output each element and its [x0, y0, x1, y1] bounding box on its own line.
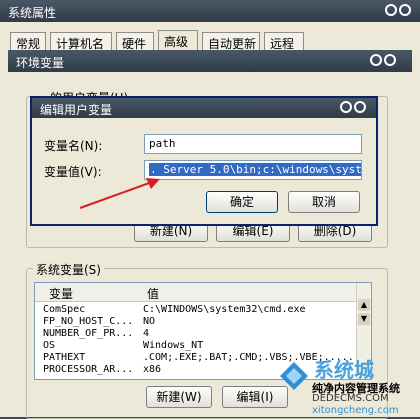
window-controls-icon[interactable] — [340, 101, 370, 115]
watermark-line2: DEDECMS.COM — [312, 393, 389, 404]
row-value: C:\WINDOWS\system32\cmd.exe — [143, 304, 306, 315]
scroll-up-icon[interactable]: ▲ — [358, 299, 370, 311]
annotation-arrow-icon — [79, 178, 160, 209]
system-variables-title: 系统变量(S) — [33, 261, 104, 278]
table-row[interactable]: NUMBER_OF_PR... 4 — [35, 328, 371, 340]
window-controls-icon[interactable] — [385, 4, 415, 18]
row-variable: PATHEXT — [43, 352, 86, 363]
cancel-button[interactable]: 取消 — [288, 191, 360, 213]
scroll-down-icon[interactable]: ▼ — [358, 313, 370, 325]
row-variable: PROCESSOR_AR... — [43, 364, 134, 375]
system-new-button[interactable]: 新建(W) — [146, 386, 212, 408]
edit-dialog-titlebar: 编辑用户变量 — [32, 98, 376, 118]
row-value: x86 — [143, 364, 162, 375]
variable-name-label: 变量名(N): — [44, 139, 103, 153]
window-controls-icon[interactable] — [370, 54, 400, 68]
list-header: 变量 值 — [35, 283, 371, 302]
column-header-variable[interactable]: 变量 — [49, 285, 73, 302]
row-value: NO — [143, 316, 156, 327]
tab-remote[interactable]: 远程 — [264, 32, 304, 52]
table-row[interactable]: OS Windows_NT — [35, 340, 371, 352]
table-row[interactable]: ComSpec C:\WINDOWS\system32\cmd.exe — [35, 304, 371, 316]
column-header-value[interactable]: 值 — [147, 285, 159, 302]
env-vars-titlebar: 环境变量 — [8, 50, 412, 72]
tab-general[interactable]: 常规 — [10, 32, 46, 52]
variable-name-input[interactable]: path — [144, 134, 362, 154]
row-variable: NUMBER_OF_PR... — [43, 328, 134, 339]
row-value: Windows_NT — [143, 340, 204, 351]
ok-button[interactable]: 确定 — [206, 191, 278, 213]
env-vars-title: 环境变量 — [16, 56, 65, 70]
tab-computer-name[interactable]: 计算机名 — [50, 32, 112, 52]
row-variable: OS — [43, 340, 56, 351]
variable-value-selection: . Server 5.0\bin;c:\windows\system32 — [149, 163, 361, 176]
watermark-cn: 系统城 — [314, 358, 374, 382]
table-row[interactable]: FP_NO_HOST_C... NO — [35, 316, 371, 328]
system-properties-title: 系统属性 — [8, 6, 57, 20]
tab-hardware[interactable]: 硬件 — [116, 32, 154, 52]
tab-auto-update[interactable]: 自动更新 — [202, 32, 260, 52]
watermark-logo-icon — [280, 362, 308, 390]
edit-dialog-title: 编辑用户变量 — [40, 103, 113, 117]
row-variable: FP_NO_HOST_C... — [43, 316, 134, 327]
variable-value-input[interactable]: . Server 5.0\bin;c:\windows\system32 — [144, 160, 362, 180]
row-variable: ComSpec — [43, 304, 86, 315]
site-watermark: 系统城 纯净内容管理系统 DEDECMS.COM xitongcheng.com — [274, 356, 420, 417]
watermark-line3: xitongcheng.com — [312, 405, 399, 416]
row-value: 4 — [143, 328, 150, 339]
system-properties-titlebar: 系统属性 — [0, 0, 420, 22]
